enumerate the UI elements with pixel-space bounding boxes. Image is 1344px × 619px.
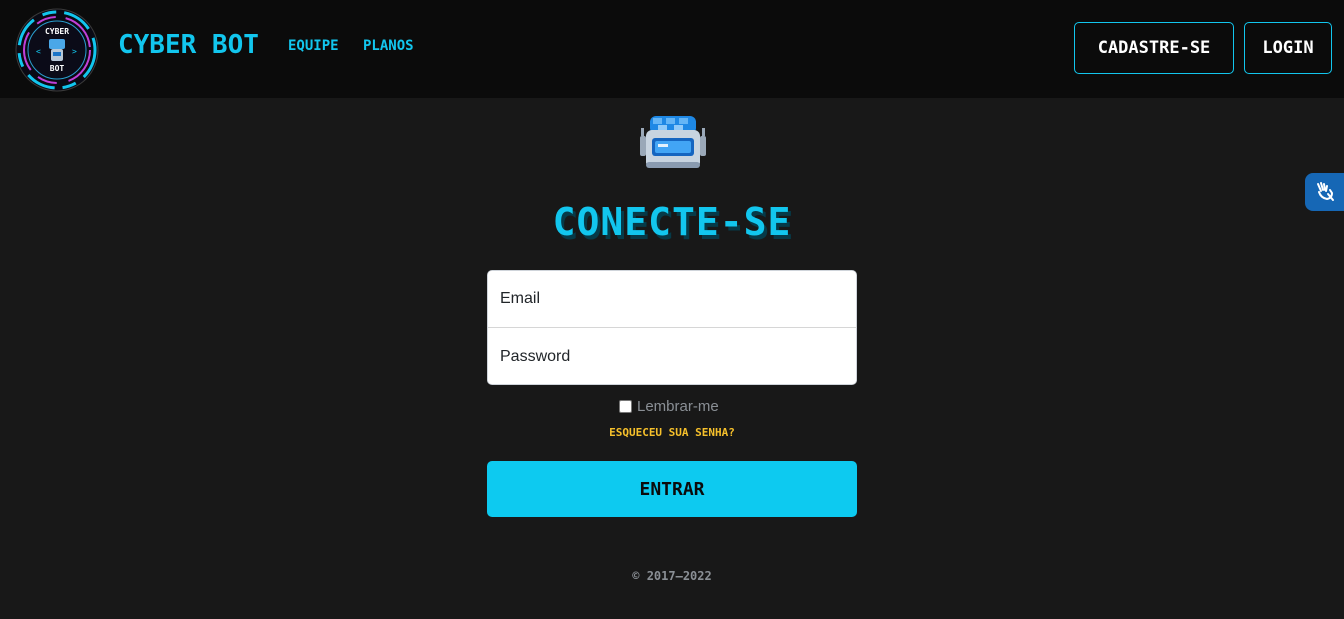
copyright-text: © 2017–2022: [632, 569, 712, 583]
remember-me-label[interactable]: Lembrar-me: [637, 398, 719, 415]
top-navbar: CYBER < > BOT CYBER BOT EQUIPE PLANOS CA…: [0, 0, 1344, 98]
logo-text-bottom: BOT: [50, 64, 65, 73]
accessibility-widget-button[interactable]: [1305, 173, 1344, 211]
signup-button[interactable]: CADASTRE-SE: [1074, 22, 1234, 74]
nav-link-planos[interactable]: PLANOS: [363, 38, 414, 54]
email-field[interactable]: [488, 271, 856, 328]
remember-me-row: Lembrar-me: [619, 398, 719, 415]
sign-language-hands-icon: [1316, 182, 1334, 201]
remember-me-checkbox[interactable]: [619, 400, 632, 413]
login-form: [487, 270, 857, 385]
password-field[interactable]: [488, 328, 856, 384]
logo-text-top: CYBER: [45, 27, 69, 36]
page-title: CONECTE-SE: [552, 200, 792, 244]
svg-text:>: >: [72, 47, 77, 56]
cyber-bot-logo[interactable]: CYBER < > BOT: [14, 7, 100, 93]
enter-button[interactable]: ENTRAR: [487, 461, 857, 517]
brand-name[interactable]: CYBER BOT: [118, 30, 259, 60]
robot-icon: [640, 116, 706, 168]
login-button[interactable]: LOGIN: [1244, 22, 1332, 74]
forgot-password-link[interactable]: ESQUECEU SUA SENHA?: [0, 426, 1344, 439]
nav-link-equipe[interactable]: EQUIPE: [288, 38, 339, 54]
svg-text:<: <: [36, 47, 41, 56]
